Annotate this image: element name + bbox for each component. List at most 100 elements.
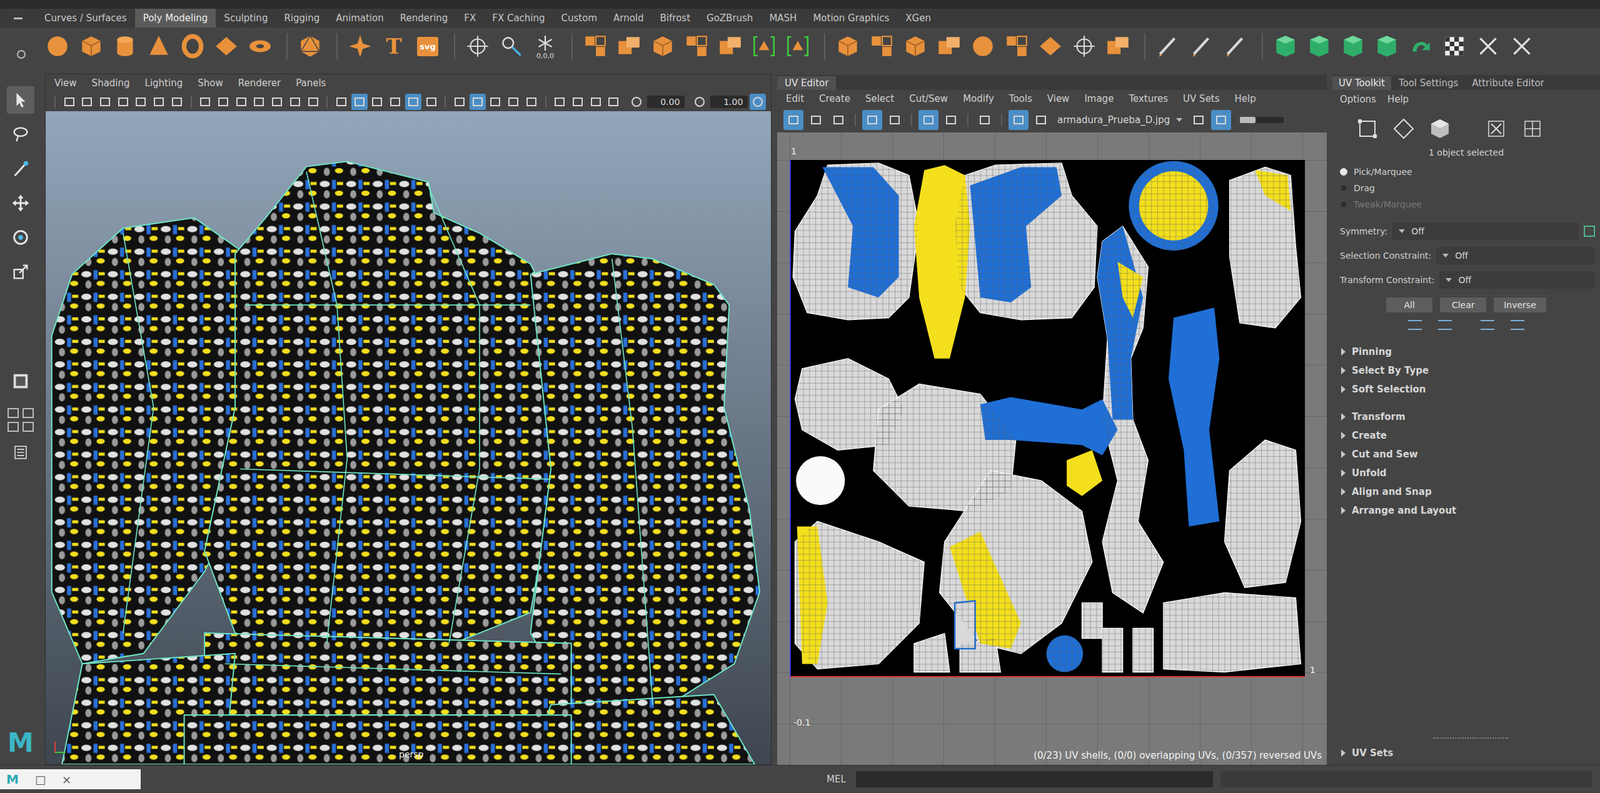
radio-option[interactable]: Drag: [1339, 180, 1600, 197]
menu-item[interactable]: Create: [819, 93, 851, 105]
panel-layout-icon[interactable]: [7, 408, 19, 419]
shelf-tool-icon[interactable]: [681, 31, 712, 62]
uv-mode-icon[interactable]: [1519, 116, 1545, 142]
collapsible-section[interactable]: Unfold: [1341, 463, 1600, 483]
toolbar-icon[interactable]: [828, 110, 849, 131]
shelf-tool-icon[interactable]: [866, 31, 897, 62]
menu-item[interactable]: Cut/Sew: [909, 93, 948, 105]
menu-item[interactable]: Edit: [785, 93, 805, 105]
panel-layout-icon[interactable]: [22, 422, 34, 433]
toolbar-icon[interactable]: [469, 93, 486, 111]
outliner-icon[interactable]: [6, 438, 35, 467]
panel-layout-icon[interactable]: [7, 422, 19, 433]
toolbar-icon[interactable]: [487, 93, 504, 111]
tool-button[interactable]: [6, 120, 35, 149]
shelf-tool-icon[interactable]: [245, 31, 276, 62]
toolbar-icon[interactable]: [405, 93, 422, 111]
shelf-tab[interactable]: Rigging: [275, 8, 328, 28]
collapsible-section[interactable]: Create: [1341, 426, 1600, 446]
shelf-tool-icon[interactable]: [900, 31, 931, 62]
toolbar-icon[interactable]: [333, 93, 350, 111]
shelf-tab[interactable]: Rendering: [392, 8, 457, 28]
3d-viewport[interactable]: persp: [45, 111, 771, 765]
menu-item[interactable]: Textures: [1128, 93, 1168, 105]
uv-shell-mode-icon[interactable]: [1483, 116, 1509, 142]
menu-item[interactable]: Modify: [962, 93, 995, 105]
shelf-tab[interactable]: Curves / Surfaces: [36, 8, 136, 28]
shelf-tool-icon[interactable]: [76, 31, 107, 62]
panel-layout-icon[interactable]: [22, 408, 34, 419]
toolbar-icon[interactable]: [749, 93, 766, 111]
toolbar-icon[interactable]: [233, 93, 250, 111]
tool-button[interactable]: [6, 86, 35, 114]
tool-button[interactable]: [6, 189, 35, 217]
grow-selection-icon[interactable]: [1510, 320, 1525, 331]
shelf-tab[interactable]: Arnold: [605, 8, 653, 28]
panel-tab[interactable]: Tool Settings: [1392, 76, 1465, 91]
uv-sets-section[interactable]: UV Sets: [1332, 737, 1600, 766]
tool-button[interactable]: [6, 258, 35, 286]
toolbar-icon[interactable]: [523, 93, 540, 111]
uv-editor-title[interactable]: UV Editor: [777, 76, 836, 91]
toolbar-icon[interactable]: [1211, 110, 1232, 131]
shelf-tool-icon[interactable]: [1270, 31, 1301, 62]
shelf-tool-icon[interactable]: [1405, 31, 1436, 62]
button[interactable]: All: [1386, 297, 1433, 313]
shelf-tool-icon[interactable]: [1473, 31, 1504, 62]
collapsible-section[interactable]: Soft Selection: [1341, 380, 1600, 399]
shelf-tool-icon[interactable]: [580, 31, 611, 62]
toolbar-icon[interactable]: [505, 93, 522, 111]
grow-selection-icon[interactable]: [1438, 320, 1452, 331]
toolbar-icon[interactable]: [251, 93, 268, 111]
toolbar-icon[interactable]: [423, 93, 440, 111]
shelf-tool-icon[interactable]: [1304, 31, 1335, 62]
toolbar-icon[interactable]: [197, 93, 214, 111]
shelf-tool-icon[interactable]: [647, 31, 678, 62]
shelf-tab[interactable]: Custom: [553, 8, 606, 28]
toolbar-icon[interactable]: [215, 93, 232, 111]
toolbar-icon[interactable]: [974, 110, 995, 131]
setting-dropdown[interactable]: Off: [1392, 222, 1579, 241]
toolbar-icon[interactable]: [605, 93, 623, 111]
shelf-tool-icon[interactable]: [1001, 31, 1032, 62]
shelf-tab[interactable]: MASH: [760, 8, 805, 28]
shelf-tool-icon[interactable]: [1102, 31, 1133, 62]
number-field[interactable]: 1.00: [710, 95, 748, 109]
shelf-menu-icon[interactable]: [0, 8, 37, 28]
toolbar-icon[interactable]: [268, 93, 286, 111]
texture-dropdown[interactable]: armadura_Prueba_D.jpg: [1057, 114, 1170, 126]
menu-item[interactable]: Tools: [1009, 93, 1033, 105]
menu-item[interactable]: Select: [865, 93, 895, 105]
field-icon[interactable]: [628, 93, 645, 111]
uv-canvas[interactable]: 11-0.1(0/23) UV shells, (0/0) overlappin…: [777, 132, 1327, 766]
menu-item[interactable]: Help: [1387, 93, 1409, 106]
menu-item[interactable]: Renderer: [238, 77, 281, 89]
setting-dropdown[interactable]: Off: [1439, 271, 1595, 289]
toolbar-icon[interactable]: [1031, 110, 1052, 131]
menu-item[interactable]: Panels: [295, 77, 326, 89]
minimized-window[interactable]: M□×: [0, 769, 141, 790]
shelf-tool-icon[interactable]: [42, 31, 73, 62]
shelf-tool-icon[interactable]: [1069, 31, 1100, 62]
shelf-tool-icon[interactable]: [295, 31, 326, 62]
toolbar-icon[interactable]: [168, 93, 186, 111]
toolbar-icon[interactable]: [940, 110, 962, 131]
menu-item[interactable]: View: [1047, 93, 1070, 105]
shelf-tool-icon[interactable]: 0,0,0: [530, 31, 561, 62]
menu-item[interactable]: Image: [1084, 93, 1114, 105]
shelf-tool-icon[interactable]: [934, 31, 965, 62]
toolbar-icon[interactable]: [79, 93, 96, 111]
collapsible-section[interactable]: Cut and Sew: [1341, 445, 1600, 464]
tool-button[interactable]: [6, 223, 35, 252]
menu-item[interactable]: Options: [1339, 93, 1377, 106]
toolbar-icon[interactable]: [569, 93, 586, 111]
menu-item[interactable]: Show: [197, 77, 223, 89]
image-slider[interactable]: [1239, 116, 1284, 124]
toolbar-icon[interactable]: [369, 93, 386, 111]
shelf-tab[interactable]: Bifrost: [652, 8, 699, 28]
collapsible-section[interactable]: Select By Type: [1341, 361, 1600, 381]
shelf-tab[interactable]: Sculpting: [215, 8, 276, 28]
collapsible-section[interactable]: Align and Snap: [1341, 482, 1600, 502]
toolbar-icon[interactable]: [305, 93, 322, 111]
edge-mode-icon[interactable]: [1391, 116, 1417, 142]
